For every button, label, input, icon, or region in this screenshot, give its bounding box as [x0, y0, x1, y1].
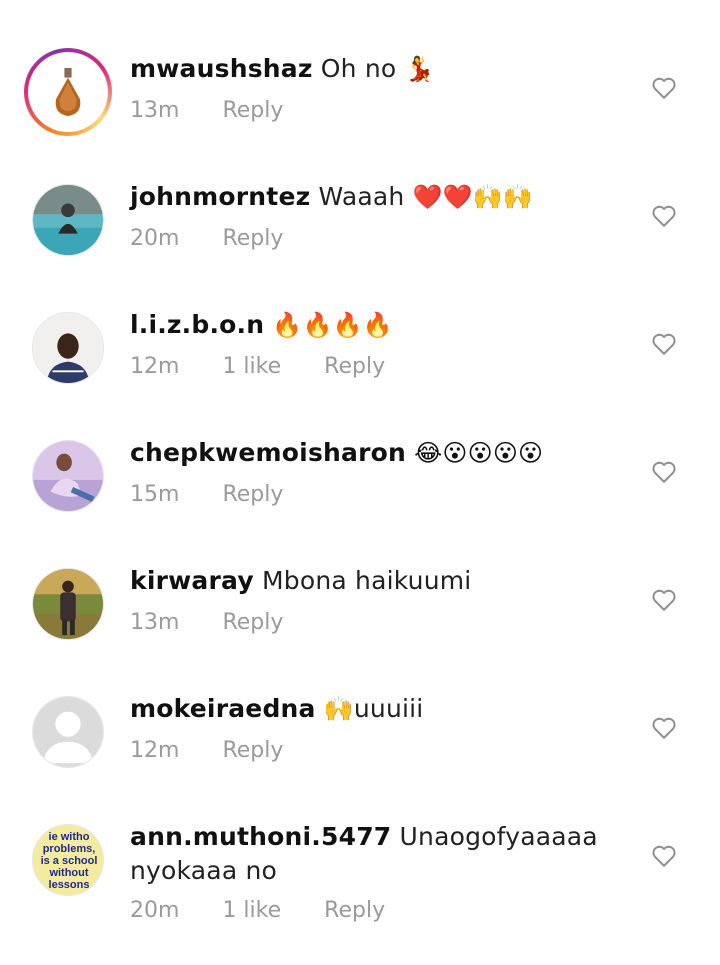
- timestamp: 12m: [130, 354, 180, 379]
- reply-button[interactable]: Reply: [222, 482, 283, 507]
- comment-meta: 15m Reply: [130, 482, 319, 507]
- reply-button[interactable]: Reply: [324, 898, 385, 923]
- heart-icon[interactable]: [651, 588, 677, 612]
- comment-meta: 20m 1 like Reply: [130, 898, 421, 923]
- comment-line: chepkwemoisharon 😂😮😮😮😮: [130, 436, 630, 470]
- reply-button[interactable]: Reply: [222, 610, 283, 635]
- avatar[interactable]: [32, 184, 104, 256]
- pool-photo-avatar: [33, 185, 103, 255]
- comment-line: l.i.z.b.o.n 🔥🔥🔥🔥: [130, 308, 630, 342]
- comment-line: johnmorntez Waaah ❤️❤️🙌🙌: [130, 180, 630, 214]
- comment-emoji: ❤️❤️🙌🙌: [412, 183, 533, 211]
- reply-button[interactable]: Reply: [222, 226, 283, 251]
- portrait-avatar: [33, 441, 103, 511]
- comment-text: Waaah: [318, 182, 405, 211]
- comment-emoji: 😂😮😮😮😮: [414, 439, 544, 467]
- heart-icon[interactable]: [651, 844, 677, 868]
- comment-emoji: 🙌: [323, 695, 354, 723]
- heart-icon[interactable]: [651, 76, 677, 100]
- timestamp: 20m: [130, 898, 180, 923]
- avatar[interactable]: [32, 568, 104, 640]
- timestamp: 12m: [130, 738, 180, 763]
- comment-text: uuuiii: [353, 694, 424, 723]
- comment-meta: 12m 1 like Reply: [130, 354, 421, 379]
- avatar[interactable]: [24, 48, 112, 136]
- avatar-quote-text: ie witho problems, is a school without l…: [40, 831, 98, 891]
- timestamp: 15m: [130, 482, 180, 507]
- portrait-avatar: [33, 569, 103, 639]
- username[interactable]: mokeiraedna: [130, 694, 316, 723]
- avatar[interactable]: [32, 696, 104, 768]
- comment-line: kirwaray Mbona haikuumi: [130, 564, 630, 598]
- portrait-avatar: [33, 313, 103, 383]
- timestamp: 13m: [130, 610, 180, 635]
- likes-count[interactable]: 1 like: [222, 898, 281, 923]
- comment-meta: 13m Reply: [130, 610, 319, 635]
- comment-text: Oh no: [320, 54, 397, 83]
- comment-meta: 13m Reply: [130, 98, 319, 123]
- heart-icon[interactable]: [651, 204, 677, 228]
- likes-count[interactable]: 1 like: [222, 354, 281, 379]
- comment-meta: 20m Reply: [130, 226, 319, 251]
- comment-line: mokeiraedna 🙌uuuiii: [130, 692, 630, 726]
- heart-icon[interactable]: [651, 716, 677, 740]
- username[interactable]: l.i.z.b.o.n: [130, 310, 264, 339]
- heart-icon[interactable]: [651, 460, 677, 484]
- perfume-bottle-avatar: [32, 56, 104, 128]
- comment-emoji: 🔥🔥🔥🔥: [272, 311, 393, 339]
- timestamp: 13m: [130, 98, 180, 123]
- username[interactable]: ann.muthoni.5477: [130, 822, 391, 851]
- comment-emoji: 💃: [404, 55, 435, 83]
- username[interactable]: chepkwemoisharon: [130, 438, 406, 467]
- username[interactable]: kirwaray: [130, 566, 254, 595]
- comment-line: ann.muthoni.5477 Unaogofyaaaaa nyokaaa n…: [130, 820, 610, 888]
- reply-button[interactable]: Reply: [222, 98, 283, 123]
- avatar[interactable]: ie witho problems, is a school without l…: [32, 824, 104, 896]
- comment-meta: 12m Reply: [130, 738, 319, 763]
- avatar[interactable]: [32, 440, 104, 512]
- default-avatar-icon: [33, 697, 103, 767]
- username[interactable]: mwaushshaz: [130, 54, 313, 83]
- reply-button[interactable]: Reply: [222, 738, 283, 763]
- timestamp: 20m: [130, 226, 180, 251]
- avatar[interactable]: [32, 312, 104, 384]
- comment-line: mwaushshaz Oh no 💃: [130, 52, 630, 86]
- reply-button[interactable]: Reply: [324, 354, 385, 379]
- comment-text: Mbona haikuumi: [261, 566, 472, 595]
- heart-icon[interactable]: [651, 332, 677, 356]
- username[interactable]: johnmorntez: [130, 182, 310, 211]
